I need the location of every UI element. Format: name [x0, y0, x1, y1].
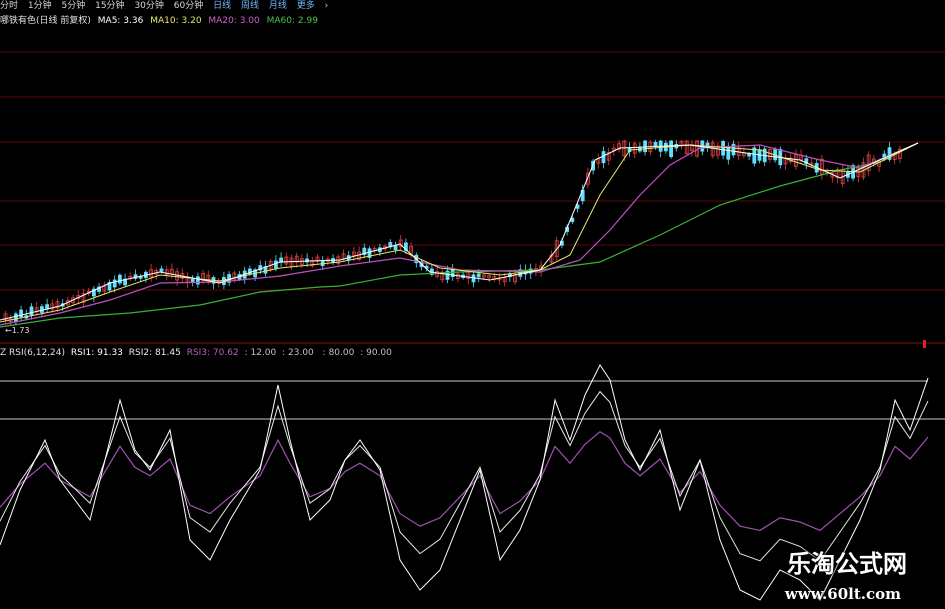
rsi-name: Z RSI(6,12,24)	[0, 348, 66, 358]
candle-body	[118, 274, 122, 284]
candle-body	[653, 141, 658, 147]
candle-body	[393, 245, 398, 250]
rsi3-value: RSI3: 70.62	[186, 348, 239, 358]
rsi-extra-1: : 12.00	[244, 348, 277, 358]
candle-body	[747, 153, 751, 157]
rsi-extra-5: : 90.00	[360, 348, 392, 358]
ma20-line	[0, 142, 919, 326]
rsi1-value: RSI1: 91.33	[70, 348, 123, 358]
rsi-extra-2: : 23.00	[282, 348, 314, 358]
candle-body	[112, 279, 117, 288]
candle-body	[273, 260, 278, 269]
candle-body	[476, 273, 481, 278]
candle-body	[13, 313, 18, 322]
kline-chart[interactable]	[0, 0, 945, 609]
watermark-url: www.60lt.com	[784, 585, 901, 603]
rsi3-line	[0, 430, 929, 532]
watermark-title: 乐淘公式网	[787, 549, 907, 578]
candlesticks	[3, 140, 902, 326]
ma5-line	[0, 142, 919, 321]
candle-body	[643, 140, 647, 153]
rsi2-line	[0, 390, 929, 562]
candle-body	[601, 151, 606, 164]
scroll-marker[interactable]	[923, 340, 926, 348]
price-grid	[0, 51, 945, 291]
rsi-info-line: Z RSI(6,12,24) RSI1: 91.33 RSI2: 81.45 R…	[0, 347, 395, 359]
rsi-extra-4: : 80.00	[322, 348, 355, 358]
candle-body	[669, 140, 673, 158]
candle-body	[190, 278, 195, 283]
ma60-line	[0, 142, 919, 328]
candle-body	[721, 140, 725, 156]
rsi2-value: RSI2: 81.45	[128, 348, 181, 358]
candle-body	[159, 268, 164, 272]
ma10-line	[0, 142, 919, 323]
moving-averages	[0, 142, 919, 328]
low-price-label: ←1.73	[5, 326, 30, 335]
candle-body	[29, 306, 34, 316]
